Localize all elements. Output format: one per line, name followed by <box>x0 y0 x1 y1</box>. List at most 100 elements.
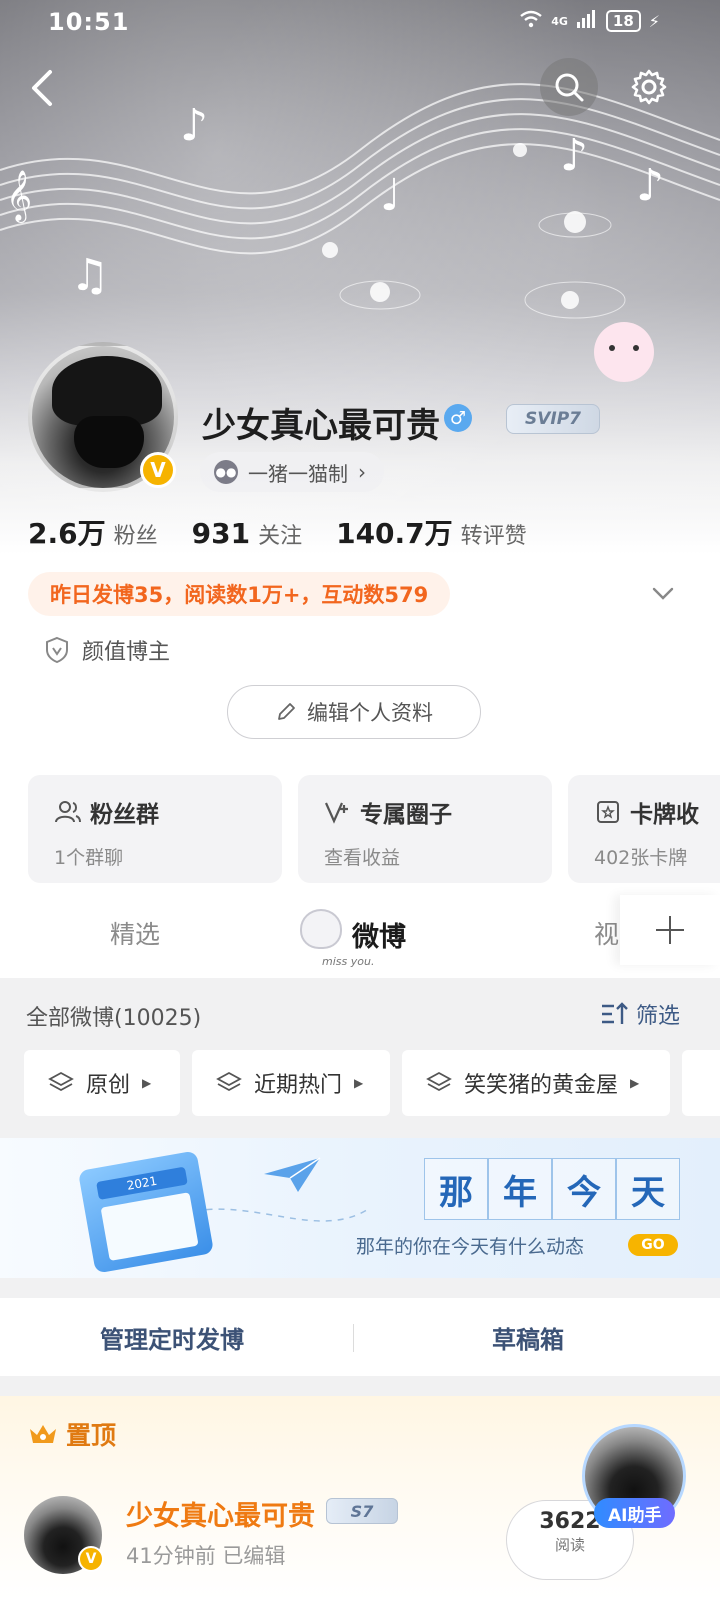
search-button[interactable] <box>540 58 598 116</box>
card-title: 专属圈子 <box>324 795 526 829</box>
banner-title-char: 天 <box>616 1158 680 1220</box>
card-title: 卡牌收 <box>594 795 720 829</box>
calendar-icon: 2021 <box>77 1150 215 1274</box>
card-title-text: 卡牌收 <box>630 802 699 828</box>
drafts-button[interactable]: 草稿箱 <box>492 1320 564 1355</box>
banner-subtitle: 那年的你在今天有什么动态 <box>356 1236 585 1258</box>
all-posts-count: 全部微博(10025) <box>26 1006 202 1031</box>
profile-name: 少女真心最可贵 <box>202 406 440 446</box>
status-time: 10:51 <box>48 8 130 36</box>
back-button[interactable] <box>22 62 66 114</box>
svg-text:♩: ♩ <box>380 170 401 221</box>
settings-button[interactable] <box>622 60 676 114</box>
go-button[interactable]: GO <box>628 1234 678 1256</box>
edit-profile-button[interactable]: 编辑个人资料 <box>227 685 481 739</box>
manage-row: 管理定时发博 草稿箱 <box>0 1298 720 1376</box>
stat-label: 粉丝 <box>113 524 158 549</box>
chip-original[interactable]: 原创 ▶ <box>24 1050 180 1116</box>
pinned-label-text: 置顶 <box>66 1421 117 1450</box>
svg-text:𝄞: 𝄞 <box>6 170 32 223</box>
pencil-icon <box>278 703 295 720</box>
card-title-text: 粉丝群 <box>90 802 159 828</box>
calendar-grid <box>100 1192 199 1262</box>
card-fan-group[interactable]: 粉丝群 1个群聊 <box>28 775 282 883</box>
avatar-mask <box>74 416 144 468</box>
ai-assistant-button[interactable]: AI助手 <box>594 1498 676 1528</box>
on-this-day-banner[interactable]: 2021 那 年 今 天 那年的你在今天有什么动态 GO <box>0 1138 720 1278</box>
network-label: 4G <box>551 14 568 28</box>
search-icon <box>555 73 584 102</box>
card-title: 粉丝群 <box>54 795 256 829</box>
stat-label: 关注 <box>258 524 303 549</box>
svg-text:♪: ♪ <box>636 160 664 211</box>
card-card-collection[interactable]: 卡牌收 402张卡牌 <box>568 775 720 883</box>
add-tab-button[interactable] <box>620 895 720 965</box>
tab-mascot-icon <box>300 909 342 949</box>
chat-icon: ●● <box>214 460 238 484</box>
card-subtitle: 查看收益 <box>324 847 401 869</box>
chip-more[interactable] <box>682 1050 720 1116</box>
caret-right-icon: ▶ <box>630 1076 640 1090</box>
stat-engagement[interactable]: 140.7万 转评赞 <box>336 512 527 552</box>
stat-following[interactable]: 931 关注 <box>192 517 302 550</box>
battery-indicator: 18 <box>605 10 641 32</box>
banner-title: 那 年 今 天 <box>424 1158 680 1220</box>
group-chip[interactable]: ●● 一猪一猫制 › <box>200 452 384 492</box>
verified-badge-icon: V <box>140 452 176 488</box>
stat-value: 140.7万 <box>336 517 453 550</box>
filter-label: 筛选 <box>636 1004 681 1029</box>
tab-video[interactable]: 视 <box>594 915 619 951</box>
divider-strip <box>0 1376 720 1396</box>
expand-button[interactable] <box>648 578 678 608</box>
chevron-right-icon: › <box>358 460 366 484</box>
caret-right-icon: ▶ <box>354 1076 364 1090</box>
feature-cards: 粉丝群 1个群聊 专属圈子 查看收益 卡牌收 402张卡牌 <box>28 775 720 885</box>
svip-badge[interactable]: SVIP7 <box>506 404 600 434</box>
svg-text:♪: ♪ <box>180 100 208 151</box>
tab-featured[interactable]: 精选 <box>110 915 160 951</box>
crown-icon <box>30 1425 56 1443</box>
scheduled-posts-button[interactable]: 管理定时发博 <box>100 1320 244 1355</box>
card-subtitle: 402张卡牌 <box>594 847 688 869</box>
activity-summary[interactable]: 昨日发博35，阅读数1万+，互动数579 <box>28 572 451 616</box>
card-icon <box>597 801 619 823</box>
chevron-down-icon <box>652 587 674 600</box>
chip-recent-hot[interactable]: 近期热门 ▶ <box>192 1050 390 1116</box>
vip-badge[interactable]: S7 <box>326 1498 398 1524</box>
pinned-label: 置顶 <box>28 1416 116 1452</box>
male-gender-icon: ♂ <box>444 404 472 432</box>
back-arrow-icon <box>32 70 52 106</box>
card-subtitle: 1个群聊 <box>54 847 124 869</box>
layers-icon <box>426 1071 452 1092</box>
profile-tag[interactable]: 颜值博主 <box>44 634 170 666</box>
chip-label: 笑笑猪的黄金屋 <box>464 1073 619 1098</box>
shield-icon <box>46 636 68 664</box>
v-plus-icon <box>324 802 348 824</box>
charging-icon: ⚡ <box>648 11 660 31</box>
stat-value: 931 <box>191 517 251 550</box>
profile-stats: 2.6万 粉丝 931 关注 140.7万 转评赞 <box>28 512 561 552</box>
svg-text:♫: ♫ <box>70 250 109 301</box>
banner-title-char: 那 <box>424 1158 488 1220</box>
post-author-name[interactable]: 少女真心最可贵 <box>126 1494 315 1533</box>
gear-icon <box>631 69 667 105</box>
stat-followers[interactable]: 2.6万 粉丝 <box>28 512 158 552</box>
chip-collection[interactable]: 笑笑猪的黄金屋 ▶ <box>402 1050 670 1116</box>
card-exclusive-circle[interactable]: 专属圈子 查看收益 <box>298 775 552 883</box>
read-label: 阅读 <box>554 1536 585 1554</box>
stat-value: 2.6万 <box>28 517 106 550</box>
tab-weibo[interactable]: 微博 <box>352 915 406 954</box>
plus-icon <box>656 916 684 944</box>
group-chip-label: 一猪一猫制 <box>248 461 348 486</box>
divider-strip <box>0 1278 720 1298</box>
users-icon <box>55 801 81 823</box>
filter-button[interactable]: 筛选 <box>600 998 680 1030</box>
profile-tabs: 精选 miss you. 微博 视 <box>0 895 720 977</box>
filter-icon <box>602 1002 628 1024</box>
chip-label: 近期热门 <box>254 1073 343 1098</box>
profile-cover: 𝄞 ♪ ♫ ♪ ♪ ♩ 10:51 4G 18 ⚡ V 少女真心最可贵 ♂ SV… <box>0 0 720 770</box>
status-icons: 4G 18 ⚡ <box>519 10 660 32</box>
signal-icon <box>576 10 598 32</box>
post-meta: 41分钟前 已编辑 <box>126 1544 286 1568</box>
pinned-post[interactable]: 置顶 V 少女真心最可贵 S7 41分钟前 已编辑 3622 阅读 AI助手 <box>0 1396 720 1600</box>
